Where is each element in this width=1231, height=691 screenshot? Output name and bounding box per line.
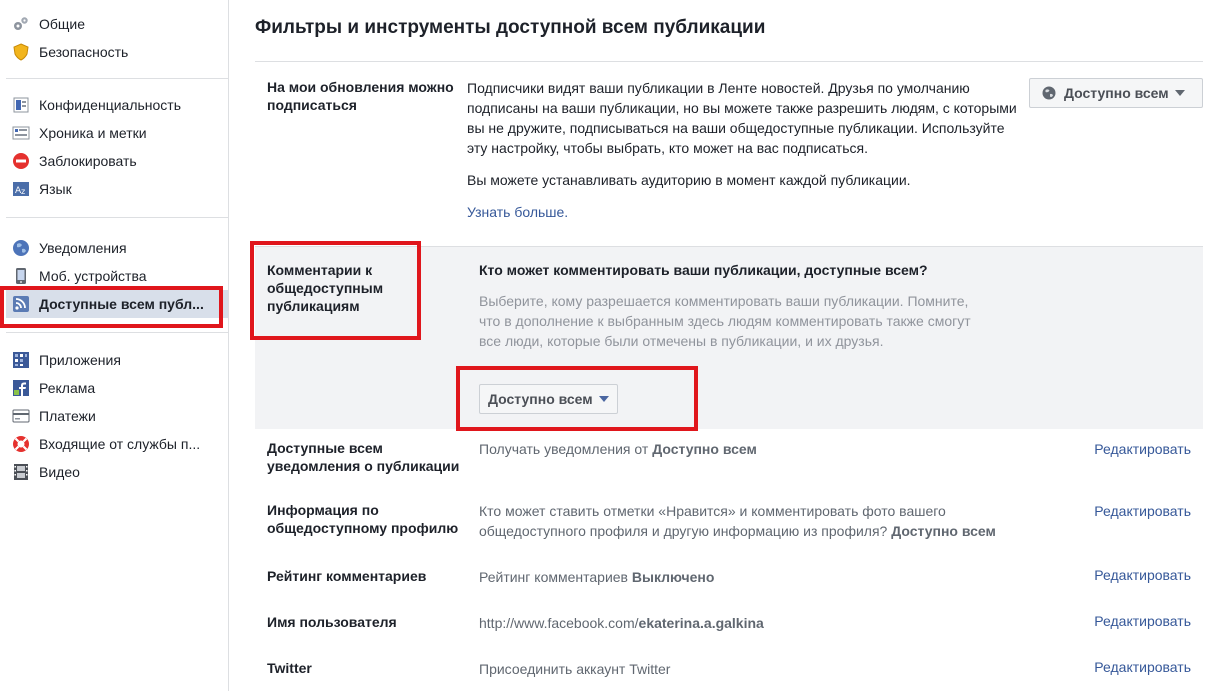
desc-value: Выключено: [631, 569, 715, 585]
sidebar-item-label: Уведомления: [39, 240, 127, 256]
privacy-lock-icon: [12, 96, 30, 114]
sidebar-item-ads[interactable]: Реклама: [6, 374, 228, 402]
comment-ranking-row: Рейтинг комментариев Рейтинг комментарие…: [255, 555, 1203, 601]
sidebar-group-general: Общие Безопасность: [6, 6, 228, 79]
sidebar-item-label: Конфиденциальность: [39, 97, 182, 113]
public-profile-info-row: Информация по общедоступному профилю Кто…: [255, 489, 1203, 555]
sidebar-item-label: Платежи: [39, 408, 96, 424]
sidebar-group-apps: Приложения Реклама Платежи Входящие от с…: [6, 333, 228, 490]
sidebar-item-mobile[interactable]: Моб. устройства: [6, 262, 228, 290]
public-post-notifications-row: Доступные всем уведомления о публикации …: [255, 429, 1203, 489]
sidebar-item-label: Язык: [39, 181, 72, 197]
payments-icon: [12, 407, 30, 425]
public-comments-label: Комментарии к общедоступным публикациям: [267, 262, 384, 314]
desc-text: Кто может ставить отметки «Нравится» и к…: [479, 503, 946, 539]
desc-value: Доступно всем: [891, 523, 996, 539]
desc-value: Доступно всем: [652, 441, 757, 457]
sidebar-item-label: Безопасность: [39, 44, 129, 60]
chevron-down-icon: [1174, 90, 1185, 96]
settings-sidebar: Общие Безопасность Конфиденциальность Хр…: [0, 0, 229, 691]
follow-audience-value: Доступно всем: [1064, 85, 1169, 101]
sidebar-item-apps[interactable]: Приложения: [6, 346, 228, 374]
chevron-down-icon: [598, 396, 609, 402]
public-post-notifications-label: Доступные всем уведомления о публикации: [267, 440, 460, 474]
desc-text: http://www.facebook.com/: [479, 615, 639, 631]
sidebar-item-notifications[interactable]: Уведомления: [6, 234, 228, 262]
public-comments-question: Кто может комментировать ваши публикации…: [479, 262, 928, 278]
support-icon: [12, 435, 30, 453]
comments-audience-dropdown[interactable]: Доступно всем: [479, 384, 618, 414]
sidebar-item-label: Видео: [39, 464, 80, 480]
sidebar-item-label: Реклама: [39, 380, 96, 396]
mobile-icon: [12, 267, 30, 285]
follow-setting-label: На мои обновления можно подписаться: [267, 79, 454, 113]
sidebar-item-label: Приложения: [39, 352, 121, 368]
sidebar-item-public-posts[interactable]: Доступные всем публ...: [6, 290, 228, 318]
sidebar-item-security[interactable]: Безопасность: [6, 38, 228, 66]
follow-setting-row: На мои обновления можно подписаться Подп…: [255, 61, 1203, 247]
sidebar-item-general[interactable]: Общие: [6, 10, 228, 38]
sidebar-item-timeline[interactable]: Хроника и метки: [6, 119, 228, 147]
sidebar-item-privacy[interactable]: Конфиденциальность: [6, 91, 228, 119]
desc-text: Рейтинг комментариев: [479, 569, 632, 585]
sidebar-group-privacy: Конфиденциальность Хроника и метки Забло…: [6, 79, 228, 218]
edit-notifications-link[interactable]: Редактировать: [1094, 441, 1191, 457]
username-row: Имя пользователя http://www.facebook.com…: [255, 601, 1203, 647]
public-profile-info-label: Информация по общедоступному профилю: [267, 502, 459, 536]
follow-setting-desc2: Вы можете устанавливать аудиторию в моме…: [467, 172, 911, 188]
sidebar-item-label: Входящие от службы п...: [39, 436, 201, 452]
sidebar-item-block[interactable]: Заблокировать: [6, 147, 228, 175]
public-comments-desc: Выберите, кому разрешается комментироват…: [479, 293, 971, 349]
desc-text: Получать уведомления от: [479, 441, 653, 457]
sidebar-group-notifications: Уведомления Моб. устройства Доступные вс…: [6, 218, 228, 333]
learn-more-link[interactable]: Узнать больше.: [467, 202, 568, 222]
follow-audience-dropdown[interactable]: Доступно всем: [1029, 78, 1203, 108]
sidebar-item-language[interactable]: Az Язык: [6, 175, 228, 203]
username-desc: http://www.facebook.com/ekaterina.a.galk…: [479, 613, 1039, 633]
edit-ranking-link[interactable]: Редактировать: [1094, 567, 1191, 583]
desc-value: ekaterina.a.galkina: [638, 615, 764, 631]
sidebar-item-label: Доступные всем публ...: [39, 296, 204, 312]
shield-icon: [12, 43, 30, 61]
language-icon: Az: [12, 180, 30, 198]
twitter-desc: Присоединить аккаунт Twitter: [479, 661, 671, 677]
ads-icon: [12, 379, 30, 397]
globe-icon: [1042, 86, 1056, 100]
gears-icon: [12, 15, 30, 33]
follow-setting-desc: Подписчики видят ваши публикации в Ленте…: [467, 80, 1017, 156]
sidebar-item-support-inbox[interactable]: Входящие от службы п...: [6, 430, 228, 458]
sidebar-item-label: Заблокировать: [39, 153, 137, 169]
public-post-notifications-desc: Получать уведомления от Доступно всем: [479, 439, 1039, 459]
edit-profile-info-link[interactable]: Редактировать: [1094, 503, 1191, 519]
comments-audience-value: Доступно всем: [488, 391, 593, 407]
sidebar-item-video[interactable]: Видео: [6, 458, 228, 486]
timeline-icon: [12, 124, 30, 142]
edit-username-link[interactable]: Редактировать: [1094, 613, 1191, 629]
public-profile-info-desc: Кто может ставить отметки «Нравится» и к…: [479, 501, 1039, 541]
svg-text:z: z: [21, 187, 25, 196]
comment-ranking-label: Рейтинг комментариев: [267, 568, 427, 584]
public-comments-row: Комментарии к общедоступным публикациям …: [255, 247, 1203, 429]
sidebar-item-label: Хроника и метки: [39, 125, 147, 141]
sidebar-item-label: Общие: [39, 16, 86, 32]
edit-twitter-link[interactable]: Редактировать: [1094, 659, 1191, 675]
block-icon: [12, 152, 30, 170]
twitter-row: Twitter Присоединить аккаунт Twitter Ред…: [255, 647, 1203, 691]
twitter-label: Twitter: [267, 660, 312, 676]
apps-icon: [12, 351, 30, 369]
comment-ranking-desc: Рейтинг комментариев Выключено: [479, 567, 1039, 587]
rss-icon: [12, 295, 30, 313]
sidebar-item-payments[interactable]: Платежи: [6, 402, 228, 430]
username-label: Имя пользователя: [267, 614, 397, 630]
page-title: Фильтры и инструменты доступной всем пуб…: [255, 17, 766, 38]
globe-icon: [12, 239, 30, 257]
video-icon: [12, 463, 30, 481]
sidebar-item-label: Моб. устройства: [39, 268, 147, 284]
